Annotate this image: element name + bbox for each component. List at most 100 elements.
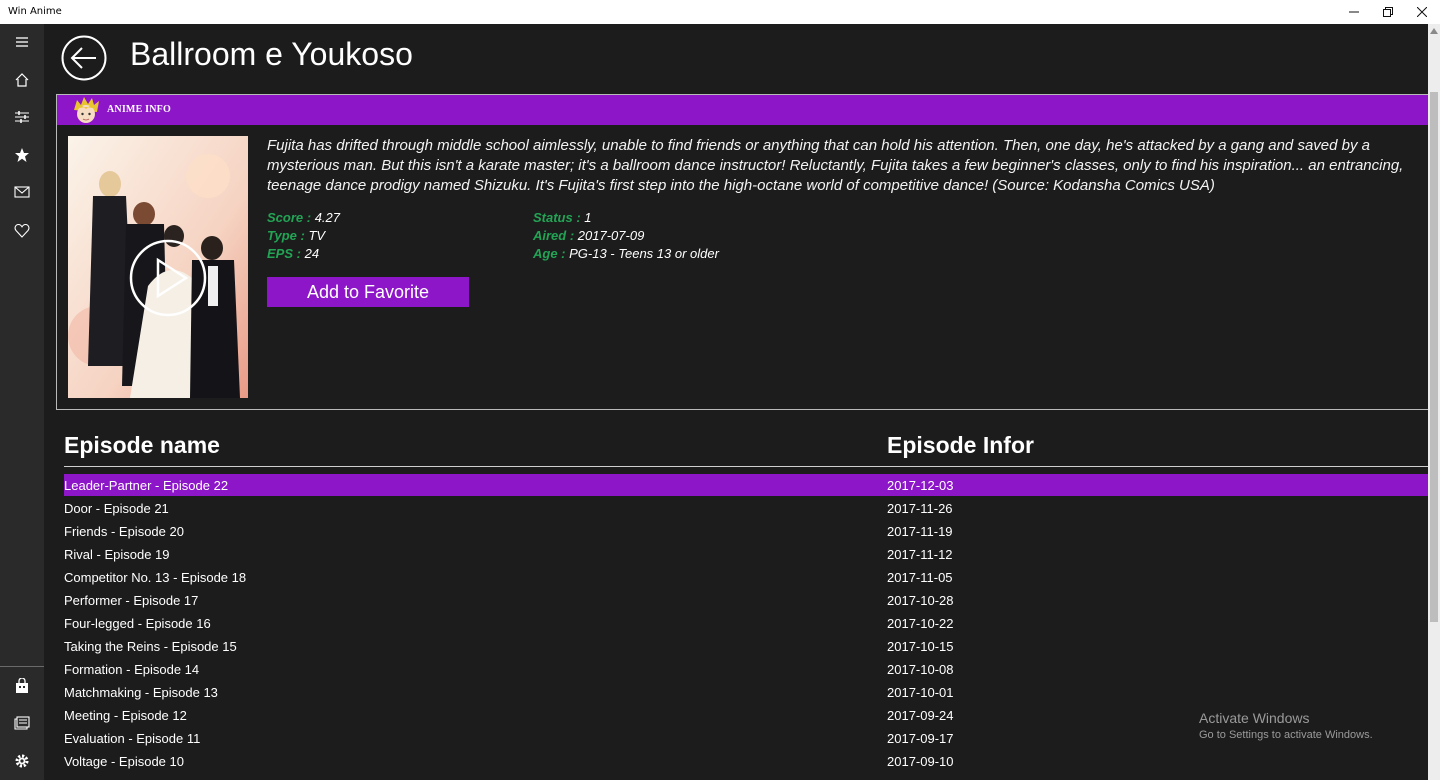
mascot-avatar-icon xyxy=(71,96,101,124)
episode-row[interactable]: Voltage - Episode 10 2017-09-10 xyxy=(64,750,1428,772)
status-label: Status : xyxy=(533,210,581,225)
news-icon xyxy=(14,716,30,730)
aired-field: Aired : 2017-07-09 xyxy=(533,227,644,245)
scrollbar-thumb[interactable] xyxy=(1430,92,1438,622)
episode-row[interactable]: Competitor No. 13 - Episode 18 2017-11-05 xyxy=(64,566,1428,588)
episode-date: 2017-10-01 xyxy=(887,685,954,700)
eps-field: EPS : 24 xyxy=(267,245,319,263)
nav-mail[interactable] xyxy=(0,174,44,210)
episode-date: 2017-10-08 xyxy=(887,662,954,677)
settings-icon xyxy=(15,754,29,768)
nav-store[interactable] xyxy=(0,668,44,704)
episode-name: Door - Episode 21 xyxy=(64,501,169,516)
episode-row[interactable]: Taking the Reins - Episode 15 2017-10-15 xyxy=(64,635,1428,657)
age-label: Age : xyxy=(533,246,566,261)
heart-icon xyxy=(14,223,30,238)
episode-name: Evaluation - Episode 11 xyxy=(64,731,201,746)
episode-name-header: Episode name xyxy=(64,432,220,458)
episode-name: Taking the Reins - Episode 15 xyxy=(64,639,237,654)
main-content: Ballroom e Youkoso ANIME INFO Fujita has… xyxy=(44,24,1428,780)
episode-date: 2017-11-12 xyxy=(887,547,953,562)
type-value: TV xyxy=(308,228,326,243)
star-icon xyxy=(15,148,29,162)
episode-name: Rival - Episode 19 xyxy=(64,547,170,562)
hamburger-icon xyxy=(16,37,28,47)
episode-date: 2017-10-22 xyxy=(887,616,954,631)
nav-divider xyxy=(0,666,44,667)
episode-header-divider xyxy=(64,466,1428,467)
episode-date: 2017-09-10 xyxy=(887,754,954,769)
episode-name: Formation - Episode 14 xyxy=(64,662,200,677)
episode-row[interactable]: Leader-Partner - Episode 22 2017-12-03 xyxy=(64,474,1428,496)
anime-info-label: ANIME INFO xyxy=(107,104,171,115)
episode-info-header: Episode Infor xyxy=(887,432,1034,458)
episode-name: Voltage - Episode 10 xyxy=(64,754,184,769)
type-label: Type : xyxy=(267,228,305,243)
episode-row[interactable]: Door - Episode 21 2017-11-26 xyxy=(64,497,1428,519)
episode-row[interactable]: Rival - Episode 19 2017-11-12 xyxy=(64,543,1428,565)
vertical-scrollbar[interactable] xyxy=(1428,24,1440,780)
episode-row[interactable]: Formation - Episode 14 2017-10-08 xyxy=(64,658,1428,680)
episode-date: 2017-10-28 xyxy=(887,593,954,608)
anime-info-panel: ANIME INFO Fujita has drifted through mi… xyxy=(56,94,1428,410)
page-title: Ballroom e Youkoso xyxy=(130,36,413,72)
app-title: Win Anime xyxy=(8,6,62,17)
restore-icon xyxy=(1383,7,1393,17)
aired-label: Aired : xyxy=(533,228,575,243)
episode-name: Friends - Episode 20 xyxy=(64,524,184,539)
episode-date: 2017-12-03 xyxy=(887,478,954,493)
anime-poster[interactable] xyxy=(68,136,248,398)
anime-info-header: ANIME INFO xyxy=(57,95,1428,125)
nav-settings[interactable] xyxy=(0,743,44,779)
watermark-subtitle: Go to Settings to activate Windows. xyxy=(1199,729,1373,741)
status-value: 1 xyxy=(584,210,592,225)
watermark-title: Activate Windows xyxy=(1199,710,1310,726)
nav-filter[interactable] xyxy=(0,99,44,135)
type-field: Type : TV xyxy=(267,227,325,245)
filter-icon xyxy=(15,111,29,123)
close-button[interactable] xyxy=(1405,0,1439,24)
store-icon xyxy=(16,678,28,693)
episode-date: 2017-11-05 xyxy=(887,570,953,585)
side-nav xyxy=(0,24,44,780)
minimize-button[interactable] xyxy=(1337,0,1371,24)
episode-date: 2017-09-17 xyxy=(887,731,954,746)
close-icon xyxy=(1417,7,1427,17)
age-value: PG-13 - Teens 13 or older xyxy=(569,246,719,261)
episode-date: 2017-11-19 xyxy=(887,524,953,539)
back-arrow-icon xyxy=(61,35,107,81)
eps-value: 24 xyxy=(304,246,320,261)
nav-favorites[interactable] xyxy=(0,212,44,248)
score-label: Score : xyxy=(267,210,312,225)
back-button[interactable] xyxy=(61,35,107,81)
episode-row[interactable]: Friends - Episode 20 2017-11-19 xyxy=(64,520,1428,542)
nav-top-rated[interactable] xyxy=(0,137,44,173)
episode-date: 2017-09-24 xyxy=(887,708,954,723)
scroll-up-icon[interactable] xyxy=(1430,28,1438,34)
episode-name: Leader-Partner - Episode 22 xyxy=(64,478,229,493)
home-icon xyxy=(15,73,29,87)
episode-name: Meeting - Episode 12 xyxy=(64,708,187,723)
add-to-favorite-button[interactable]: Add to Favorite xyxy=(267,277,469,307)
restore-button[interactable] xyxy=(1371,0,1405,24)
episode-row[interactable]: Performer - Episode 17 2017-10-28 xyxy=(64,589,1428,611)
aired-value: 2017-07-09 xyxy=(577,228,645,243)
play-icon[interactable] xyxy=(128,238,208,318)
episode-name: Matchmaking - Episode 13 xyxy=(64,685,218,700)
episode-row[interactable]: Matchmaking - Episode 13 2017-10-01 xyxy=(64,681,1428,703)
title-bar: Win Anime xyxy=(0,0,1440,24)
episode-name: Competitor No. 13 - Episode 18 xyxy=(64,570,247,585)
menu-button[interactable] xyxy=(0,24,44,60)
nav-home[interactable] xyxy=(0,62,44,98)
age-field: Age : PG-13 - Teens 13 or older xyxy=(533,245,719,263)
eps-label: EPS : xyxy=(267,246,301,261)
episode-name: Four-legged - Episode 16 xyxy=(64,616,211,631)
score-field: Score : 4.27 xyxy=(267,209,340,227)
nav-news[interactable] xyxy=(0,705,44,741)
episode-row[interactable]: Four-legged - Episode 16 2017-10-22 xyxy=(64,612,1428,634)
minimize-icon xyxy=(1349,11,1359,13)
anime-synopsis: Fujita has drifted through middle school… xyxy=(267,137,1404,194)
episode-date: 2017-10-15 xyxy=(887,639,954,654)
episode-name: Performer - Episode 17 xyxy=(64,593,199,608)
episode-date: 2017-11-26 xyxy=(887,501,953,516)
